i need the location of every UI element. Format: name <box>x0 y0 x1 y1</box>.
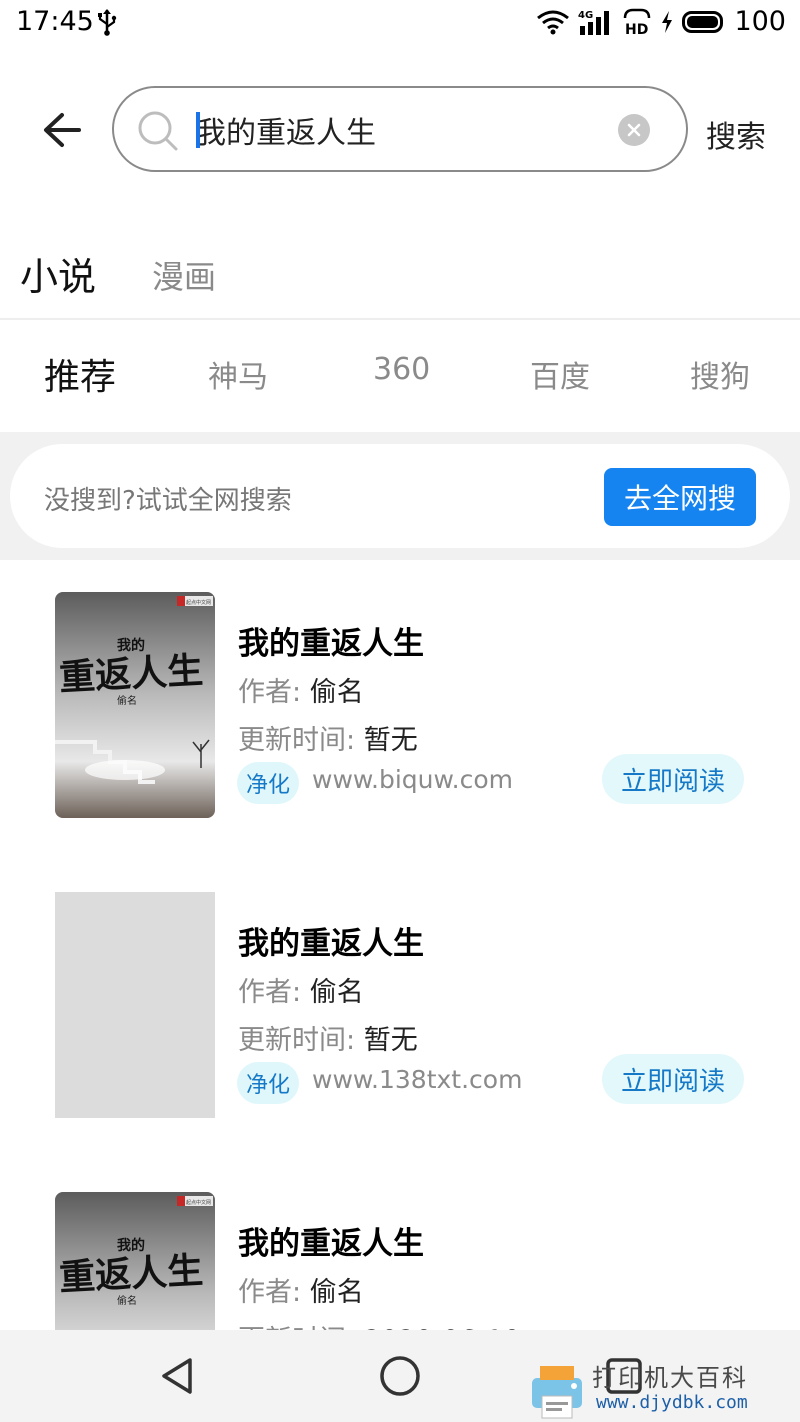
search-icon <box>138 111 178 151</box>
search-button[interactable]: 搜索 <box>706 112 766 156</box>
cover-publisher: 起点中文网 <box>186 1199 211 1206</box>
search-box <box>112 86 688 172</box>
author-label: 作者: <box>238 1277 302 1308</box>
cover-publisher: 起点中文网 <box>186 599 211 606</box>
wifi-icon <box>537 10 570 34</box>
printer-icon <box>532 1366 582 1419</box>
update-line: 更新时间: 暂无 <box>238 1018 418 1057</box>
author-name: 偷名 <box>309 677 364 708</box>
cellular-signal-icon: 4G <box>578 10 610 35</box>
web-search-promo: 没搜到?试试全网搜索 去全网搜 <box>0 432 800 560</box>
tab-recommended[interactable]: 推荐 <box>44 348 116 400</box>
read-now-button[interactable]: 立即阅读 <box>602 1054 744 1104</box>
watermark-title: 打印机大百科 <box>592 1364 748 1392</box>
cover-author: 偷名 <box>117 1294 137 1307</box>
close-icon <box>627 123 641 137</box>
author-label: 作者: <box>238 977 302 1008</box>
author-label: 作者: <box>238 677 302 708</box>
author-line: 作者: 偷名 <box>238 1270 364 1309</box>
update-line: 更新时间: 暂无 <box>238 718 418 757</box>
book-cover: 起点中文网 我的 重返人生 偷名 <box>55 592 215 818</box>
author-name: 偷名 <box>309 1277 364 1308</box>
book-title: 我的重返人生 <box>238 926 424 962</box>
cover-title-line2: 重返人生 <box>58 649 204 698</box>
read-now-button[interactable]: 立即阅读 <box>602 754 744 804</box>
tab-baidu[interactable]: 百度 <box>530 352 590 396</box>
hd-call-icon: HD <box>624 8 651 36</box>
full-web-search-button[interactable]: 去全网搜 <box>604 468 756 526</box>
result-item[interactable]: 我的重返人生 作者: 偷名 更新时间: 暂无 净化 www.138txt.com… <box>0 860 800 1160</box>
status-icons: 4G HD 100 <box>536 6 786 37</box>
watermark-url: www.djydbk.com <box>596 1392 748 1413</box>
promo-card: 没搜到?试试全网搜索 去全网搜 <box>10 444 790 548</box>
tab-shenma[interactable]: 神马 <box>208 352 268 396</box>
battery-level: 100 <box>734 6 786 37</box>
cover-title-line2: 重返人生 <box>58 1249 204 1298</box>
charging-icon <box>662 10 673 33</box>
update-label: 更新时间: <box>238 725 356 756</box>
search-input[interactable] <box>196 106 596 154</box>
cover-title-line1: 我的 <box>117 637 145 654</box>
source-url: www.138txt.com <box>312 1065 523 1094</box>
tab-sogou[interactable]: 搜狗 <box>690 352 750 396</box>
result-item[interactable]: 起点中文网 我的 重返人生 偷名 我的重返人生 作者: 偷名 更新时间: 暂无 … <box>0 560 800 860</box>
update-line: 更新时间: 2020-06-10 <box>238 1318 521 1330</box>
purify-badge: 净化 <box>237 762 299 804</box>
battery-icon <box>682 10 724 33</box>
author-line: 作者: 偷名 <box>238 970 364 1009</box>
tab-comic[interactable]: 漫画 <box>152 252 216 298</box>
author-name: 偷名 <box>309 977 364 1008</box>
category-tabs: 小说 漫画 <box>0 240 800 320</box>
hd-label: HD <box>625 22 648 36</box>
promo-text: 没搜到?试试全网搜索 <box>44 486 292 516</box>
update-time: 暂无 <box>363 1025 418 1056</box>
network-type-label: 4G <box>578 10 593 21</box>
nav-back-icon[interactable] <box>156 1354 200 1398</box>
status-time: 17:45 <box>16 6 94 37</box>
tab-360[interactable]: 360 <box>373 352 430 387</box>
status-bar: 17:45 4G HD 100 <box>0 0 800 46</box>
text-cursor <box>196 112 200 148</box>
clear-search-button[interactable] <box>618 114 650 146</box>
book-cover-placeholder <box>55 892 215 1118</box>
tab-novel[interactable]: 小说 <box>20 246 96 301</box>
book-title: 我的重返人生 <box>238 626 424 662</box>
cover-title-line1: 我的 <box>117 1237 145 1254</box>
purify-badge: 净化 <box>237 1062 299 1104</box>
back-button[interactable] <box>38 106 86 154</box>
arrow-left-icon <box>44 113 81 147</box>
usb-icon <box>98 9 117 36</box>
cover-author: 偷名 <box>117 694 137 707</box>
nav-home-icon[interactable] <box>378 1354 422 1398</box>
update-label: 更新时间: <box>238 1025 356 1056</box>
author-line: 作者: 偷名 <box>238 670 364 709</box>
result-item[interactable]: 起点中文网 我的 重返人生 偷名 我的重返人生 作者: 偷名 更新时间: 202… <box>0 1160 800 1330</box>
source-url: www.biquw.com <box>312 765 514 794</box>
update-time: 暂无 <box>363 725 418 756</box>
book-title: 我的重返人生 <box>238 1226 424 1262</box>
book-cover: 起点中文网 我的 重返人生 偷名 <box>55 1192 215 1330</box>
watermark: 打印机大百科 www.djydbk.com <box>524 1358 800 1422</box>
source-tabs: 推荐 神马 360 百度 搜狗 <box>0 322 800 432</box>
